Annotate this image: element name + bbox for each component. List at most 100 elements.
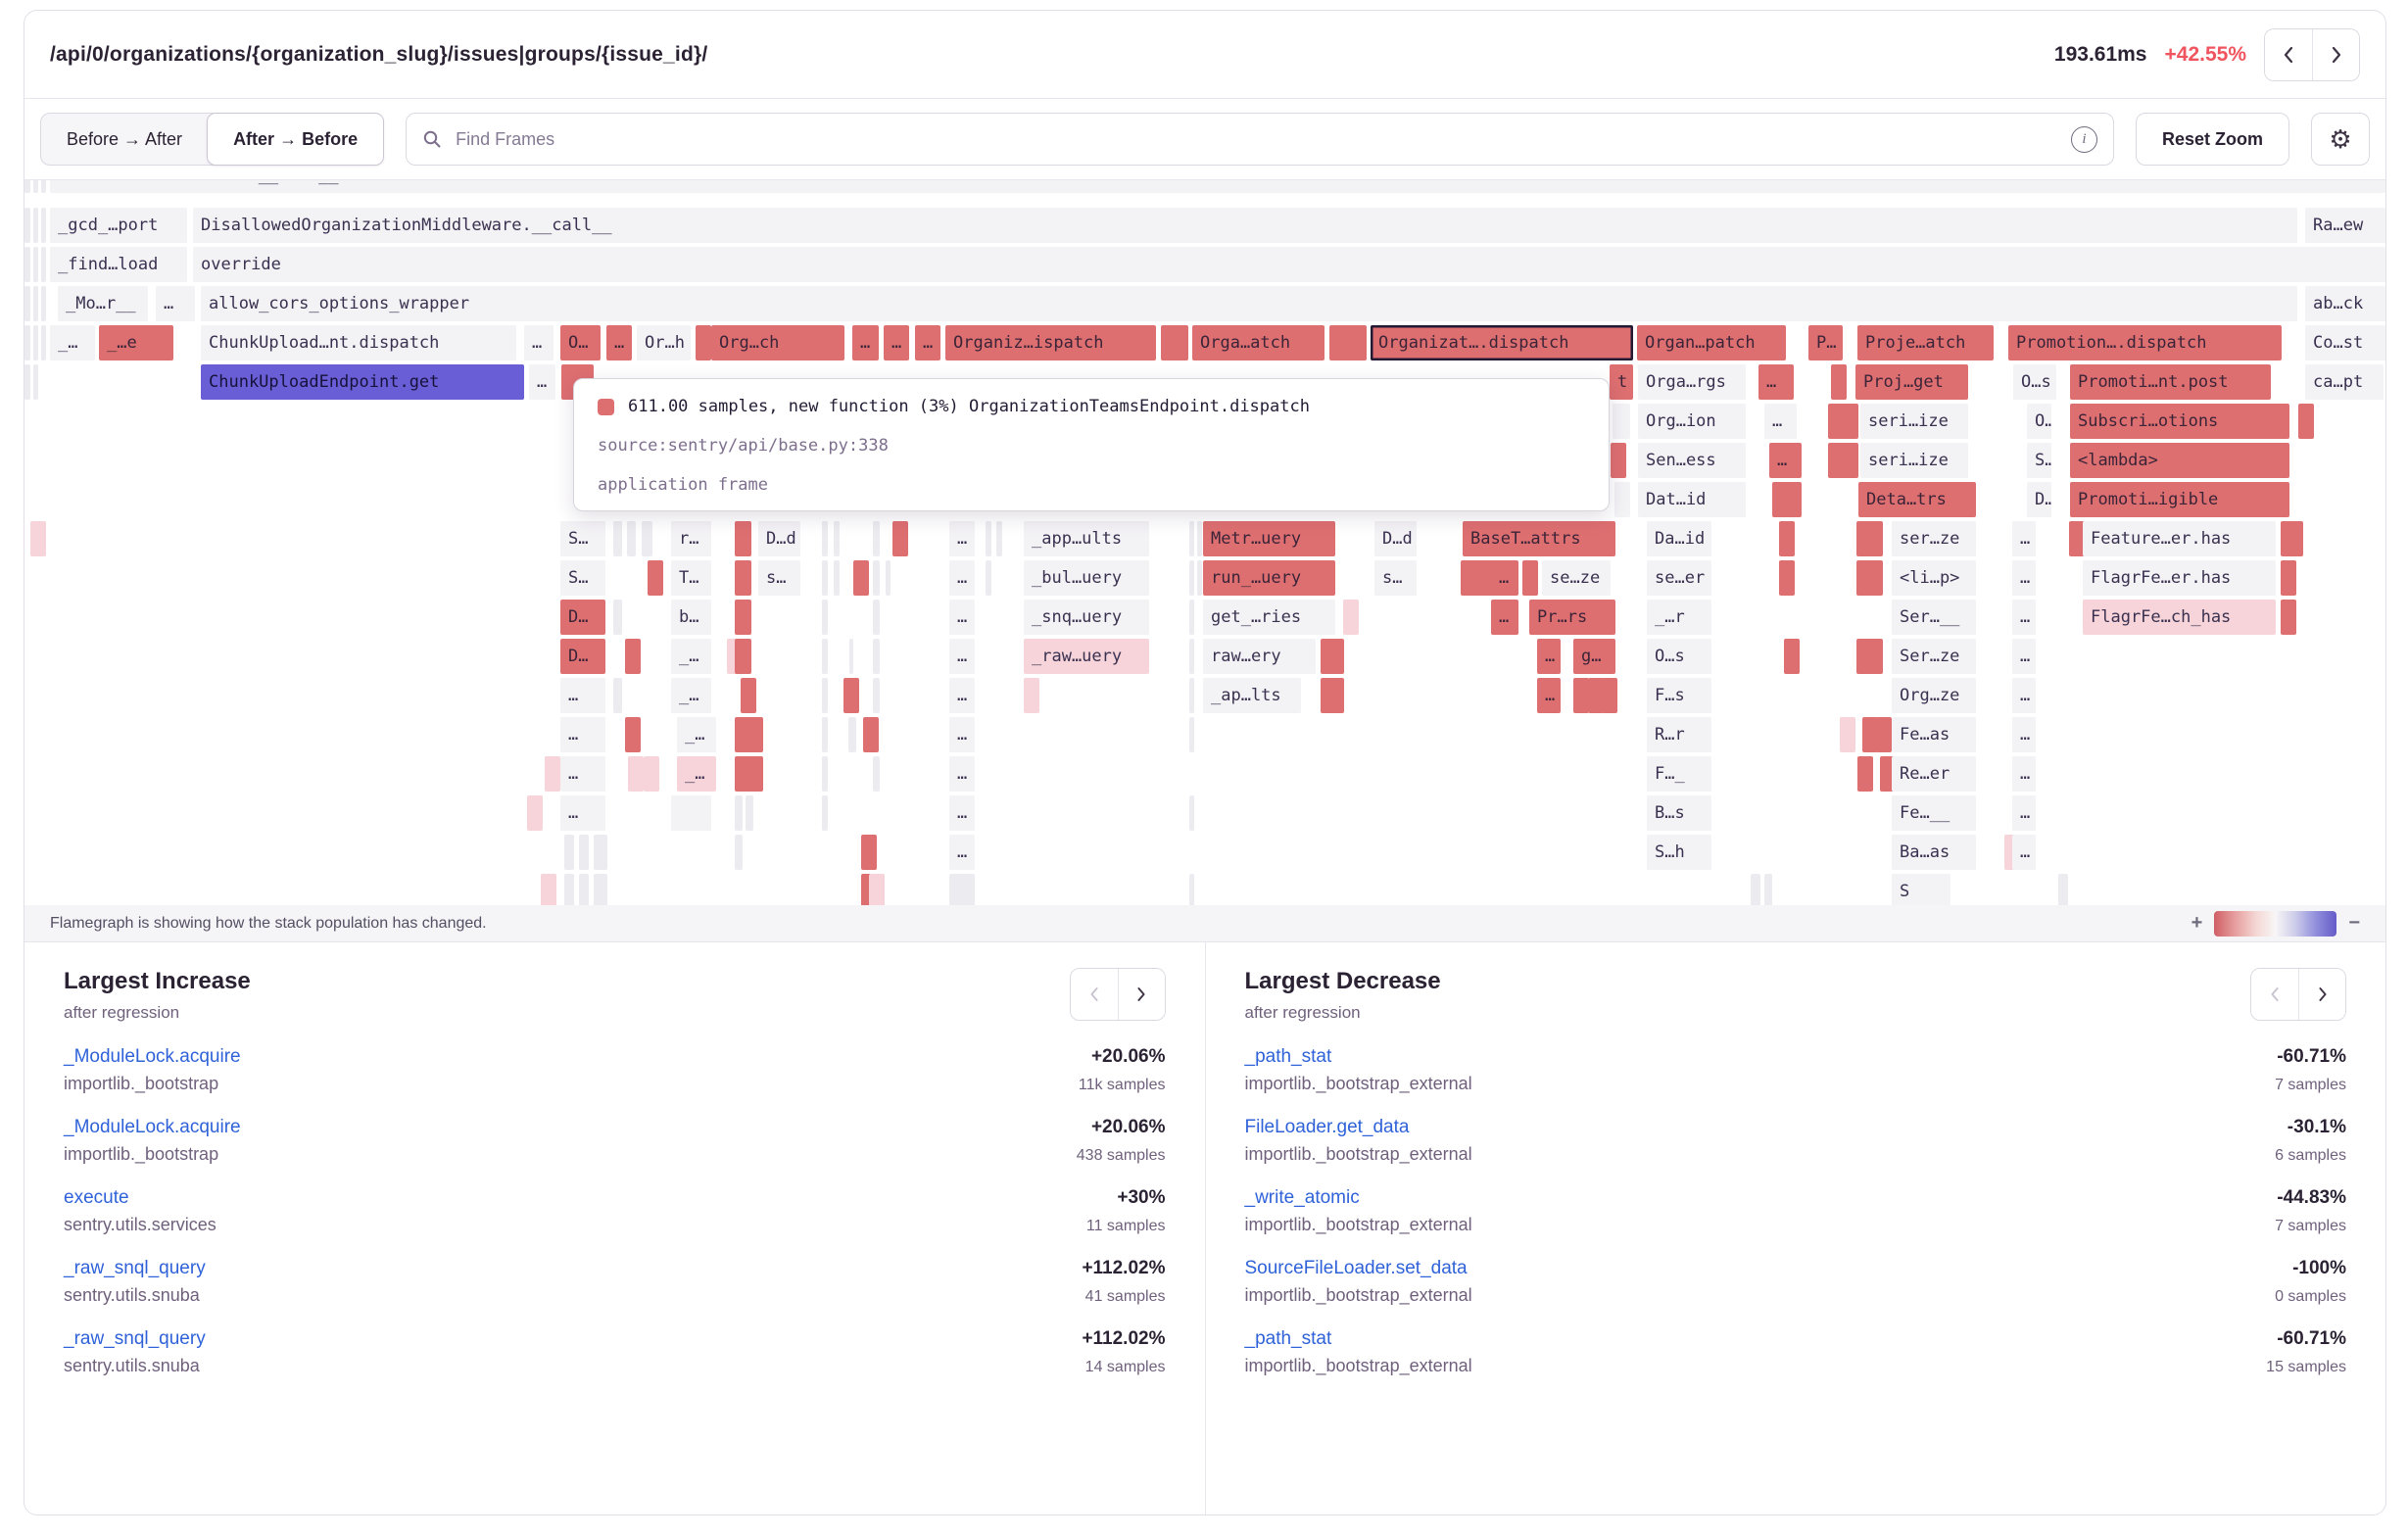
flame-frame[interactable]: seri…ize xyxy=(1860,443,1968,478)
decrease-next-page-button[interactable] xyxy=(2298,969,2345,1020)
flame-frame[interactable] xyxy=(1602,678,1617,713)
flame-frame[interactable]: Ser…__ xyxy=(1892,600,1976,635)
flame-frame[interactable] xyxy=(735,600,751,635)
flame-frame[interactable]: … xyxy=(915,325,940,360)
flame-frame[interactable] xyxy=(1189,795,1194,831)
flame-frame[interactable] xyxy=(1024,678,1039,713)
flame-frame[interactable]: Metr…uery xyxy=(1203,521,1335,556)
flame-frame[interactable]: _app…ults xyxy=(1024,521,1149,556)
flame-frame[interactable] xyxy=(834,560,840,596)
flame-frame[interactable]: run_…uery xyxy=(1203,560,1335,596)
flame-frame[interactable] xyxy=(1328,678,1344,713)
flame-frame[interactable]: O…s xyxy=(1647,639,1711,674)
flame-frame[interactable] xyxy=(33,208,38,243)
flame-frame[interactable] xyxy=(1840,717,1855,752)
flame-frame[interactable]: S… xyxy=(2027,443,2051,478)
flame-frame[interactable] xyxy=(735,639,751,674)
flame-frame[interactable]: b… xyxy=(671,600,711,635)
flame-frame[interactable]: O…s xyxy=(2013,364,2056,400)
flame-frame[interactable]: … xyxy=(852,325,879,360)
flame-frame[interactable] xyxy=(873,756,880,792)
flame-frame[interactable]: Ba…as xyxy=(1892,835,1976,870)
flame-frame[interactable] xyxy=(41,325,46,360)
flame-frame[interactable] xyxy=(628,756,644,792)
flame-frame[interactable]: RateLimitMiddleware.__call__ xyxy=(50,180,2385,193)
flame-frame[interactable] xyxy=(741,678,756,713)
frame-link[interactable]: SourceFileLoader.set_data xyxy=(1245,1258,1468,1279)
flame-frame[interactable] xyxy=(735,560,751,596)
flame-frame[interactable]: Ser…ze xyxy=(1892,639,1976,674)
flame-frame[interactable]: … xyxy=(949,756,975,792)
flame-frame[interactable]: … xyxy=(529,364,555,400)
flame-frame[interactable] xyxy=(822,521,828,556)
flame-frame[interactable] xyxy=(1856,639,1883,674)
flame-frame[interactable]: B…s xyxy=(1647,795,1711,831)
flame-frame[interactable]: S xyxy=(1892,874,1950,905)
flame-frame[interactable] xyxy=(625,717,641,752)
flame-frame[interactable]: … xyxy=(949,600,975,635)
flame-frame[interactable] xyxy=(1189,678,1194,713)
flame-frame[interactable] xyxy=(1857,756,1873,792)
flame-frame[interactable] xyxy=(1189,717,1194,752)
flame-frame[interactable] xyxy=(822,756,828,792)
flame-frame[interactable]: … xyxy=(2012,835,2036,870)
flame-frame[interactable] xyxy=(24,325,30,360)
info-icon[interactable]: i xyxy=(2071,126,2097,153)
next-transaction-button[interactable] xyxy=(2312,29,2359,80)
flame-frame[interactable]: O… xyxy=(2027,404,2051,439)
flame-frame[interactable] xyxy=(579,835,589,870)
flame-frame[interactable] xyxy=(1189,560,1194,596)
flame-frame[interactable]: Org…ion xyxy=(1638,404,1746,439)
flame-frame[interactable]: s… xyxy=(1374,560,1417,596)
flame-frame[interactable]: Feature…er.has xyxy=(2083,521,2276,556)
flame-frame[interactable] xyxy=(986,521,991,556)
flame-frame[interactable] xyxy=(1328,639,1344,674)
flame-frame[interactable] xyxy=(1843,443,1858,478)
flame-frame[interactable] xyxy=(545,756,560,792)
flame-frame[interactable] xyxy=(1189,600,1194,635)
flame-frame[interactable] xyxy=(747,756,763,792)
flame-frame[interactable]: DisallowedOrganizationMiddleware.__call_… xyxy=(193,208,2297,243)
flame-frame[interactable] xyxy=(613,600,622,635)
flame-frame[interactable] xyxy=(2298,404,2314,439)
flame-frame[interactable] xyxy=(33,247,38,282)
flame-frame[interactable]: g… xyxy=(1573,639,1615,674)
flame-frame[interactable]: Org…ch xyxy=(711,325,844,360)
find-frames-search[interactable]: i xyxy=(406,113,2114,166)
flame-frame[interactable]: r… xyxy=(671,521,711,556)
flame-frame[interactable] xyxy=(1856,560,1883,596)
flame-frame[interactable] xyxy=(594,874,607,905)
flame-frame[interactable]: _… xyxy=(50,325,95,360)
flame-frame[interactable] xyxy=(41,180,46,193)
increase-prev-page-button[interactable] xyxy=(1071,969,1118,1020)
flame-frame[interactable]: S…h xyxy=(1647,835,1711,870)
flame-frame[interactable] xyxy=(1876,717,1892,752)
flame-frame[interactable]: … xyxy=(1764,404,1797,439)
flame-frame[interactable]: T… xyxy=(671,560,711,596)
flame-frame[interactable]: D… xyxy=(560,639,605,674)
flame-frame[interactable] xyxy=(613,521,622,556)
flame-frame[interactable] xyxy=(1611,443,1626,478)
flame-frame[interactable]: <lambda> xyxy=(2070,443,2289,478)
flame-frame[interactable]: … xyxy=(949,678,975,713)
flame-frame[interactable] xyxy=(822,717,828,752)
flame-frame[interactable]: Fe…as xyxy=(1892,717,1976,752)
flame-frame[interactable]: Ra…ew xyxy=(2305,208,2385,243)
flame-frame[interactable] xyxy=(1614,482,1630,517)
flame-frame[interactable]: D…d xyxy=(1374,521,1417,556)
flame-frame[interactable]: Proj…get xyxy=(1855,364,1968,400)
differential-flamegraph[interactable]: 611.00 samples, new function (3%) Organi… xyxy=(24,180,2385,905)
flame-frame[interactable]: Co…st xyxy=(2305,325,2385,360)
flame-frame[interactable]: _…e xyxy=(99,325,173,360)
flame-frame[interactable]: ab…ck xyxy=(2305,286,2385,321)
flame-frame[interactable]: … xyxy=(2012,560,2036,596)
segment-before-after[interactable]: Before → After xyxy=(41,114,208,165)
flame-frame[interactable]: … xyxy=(949,560,975,596)
flame-frame[interactable]: _Mo…r__ xyxy=(58,286,148,321)
flame-frame[interactable]: … xyxy=(2012,521,2036,556)
frame-link[interactable]: _write_atomic xyxy=(1245,1187,1360,1209)
flame-frame[interactable]: _… xyxy=(671,678,711,713)
flame-frame[interactable] xyxy=(1784,639,1800,674)
frame-link[interactable]: _path_stat xyxy=(1245,1328,1332,1350)
flame-frame[interactable] xyxy=(564,835,574,870)
